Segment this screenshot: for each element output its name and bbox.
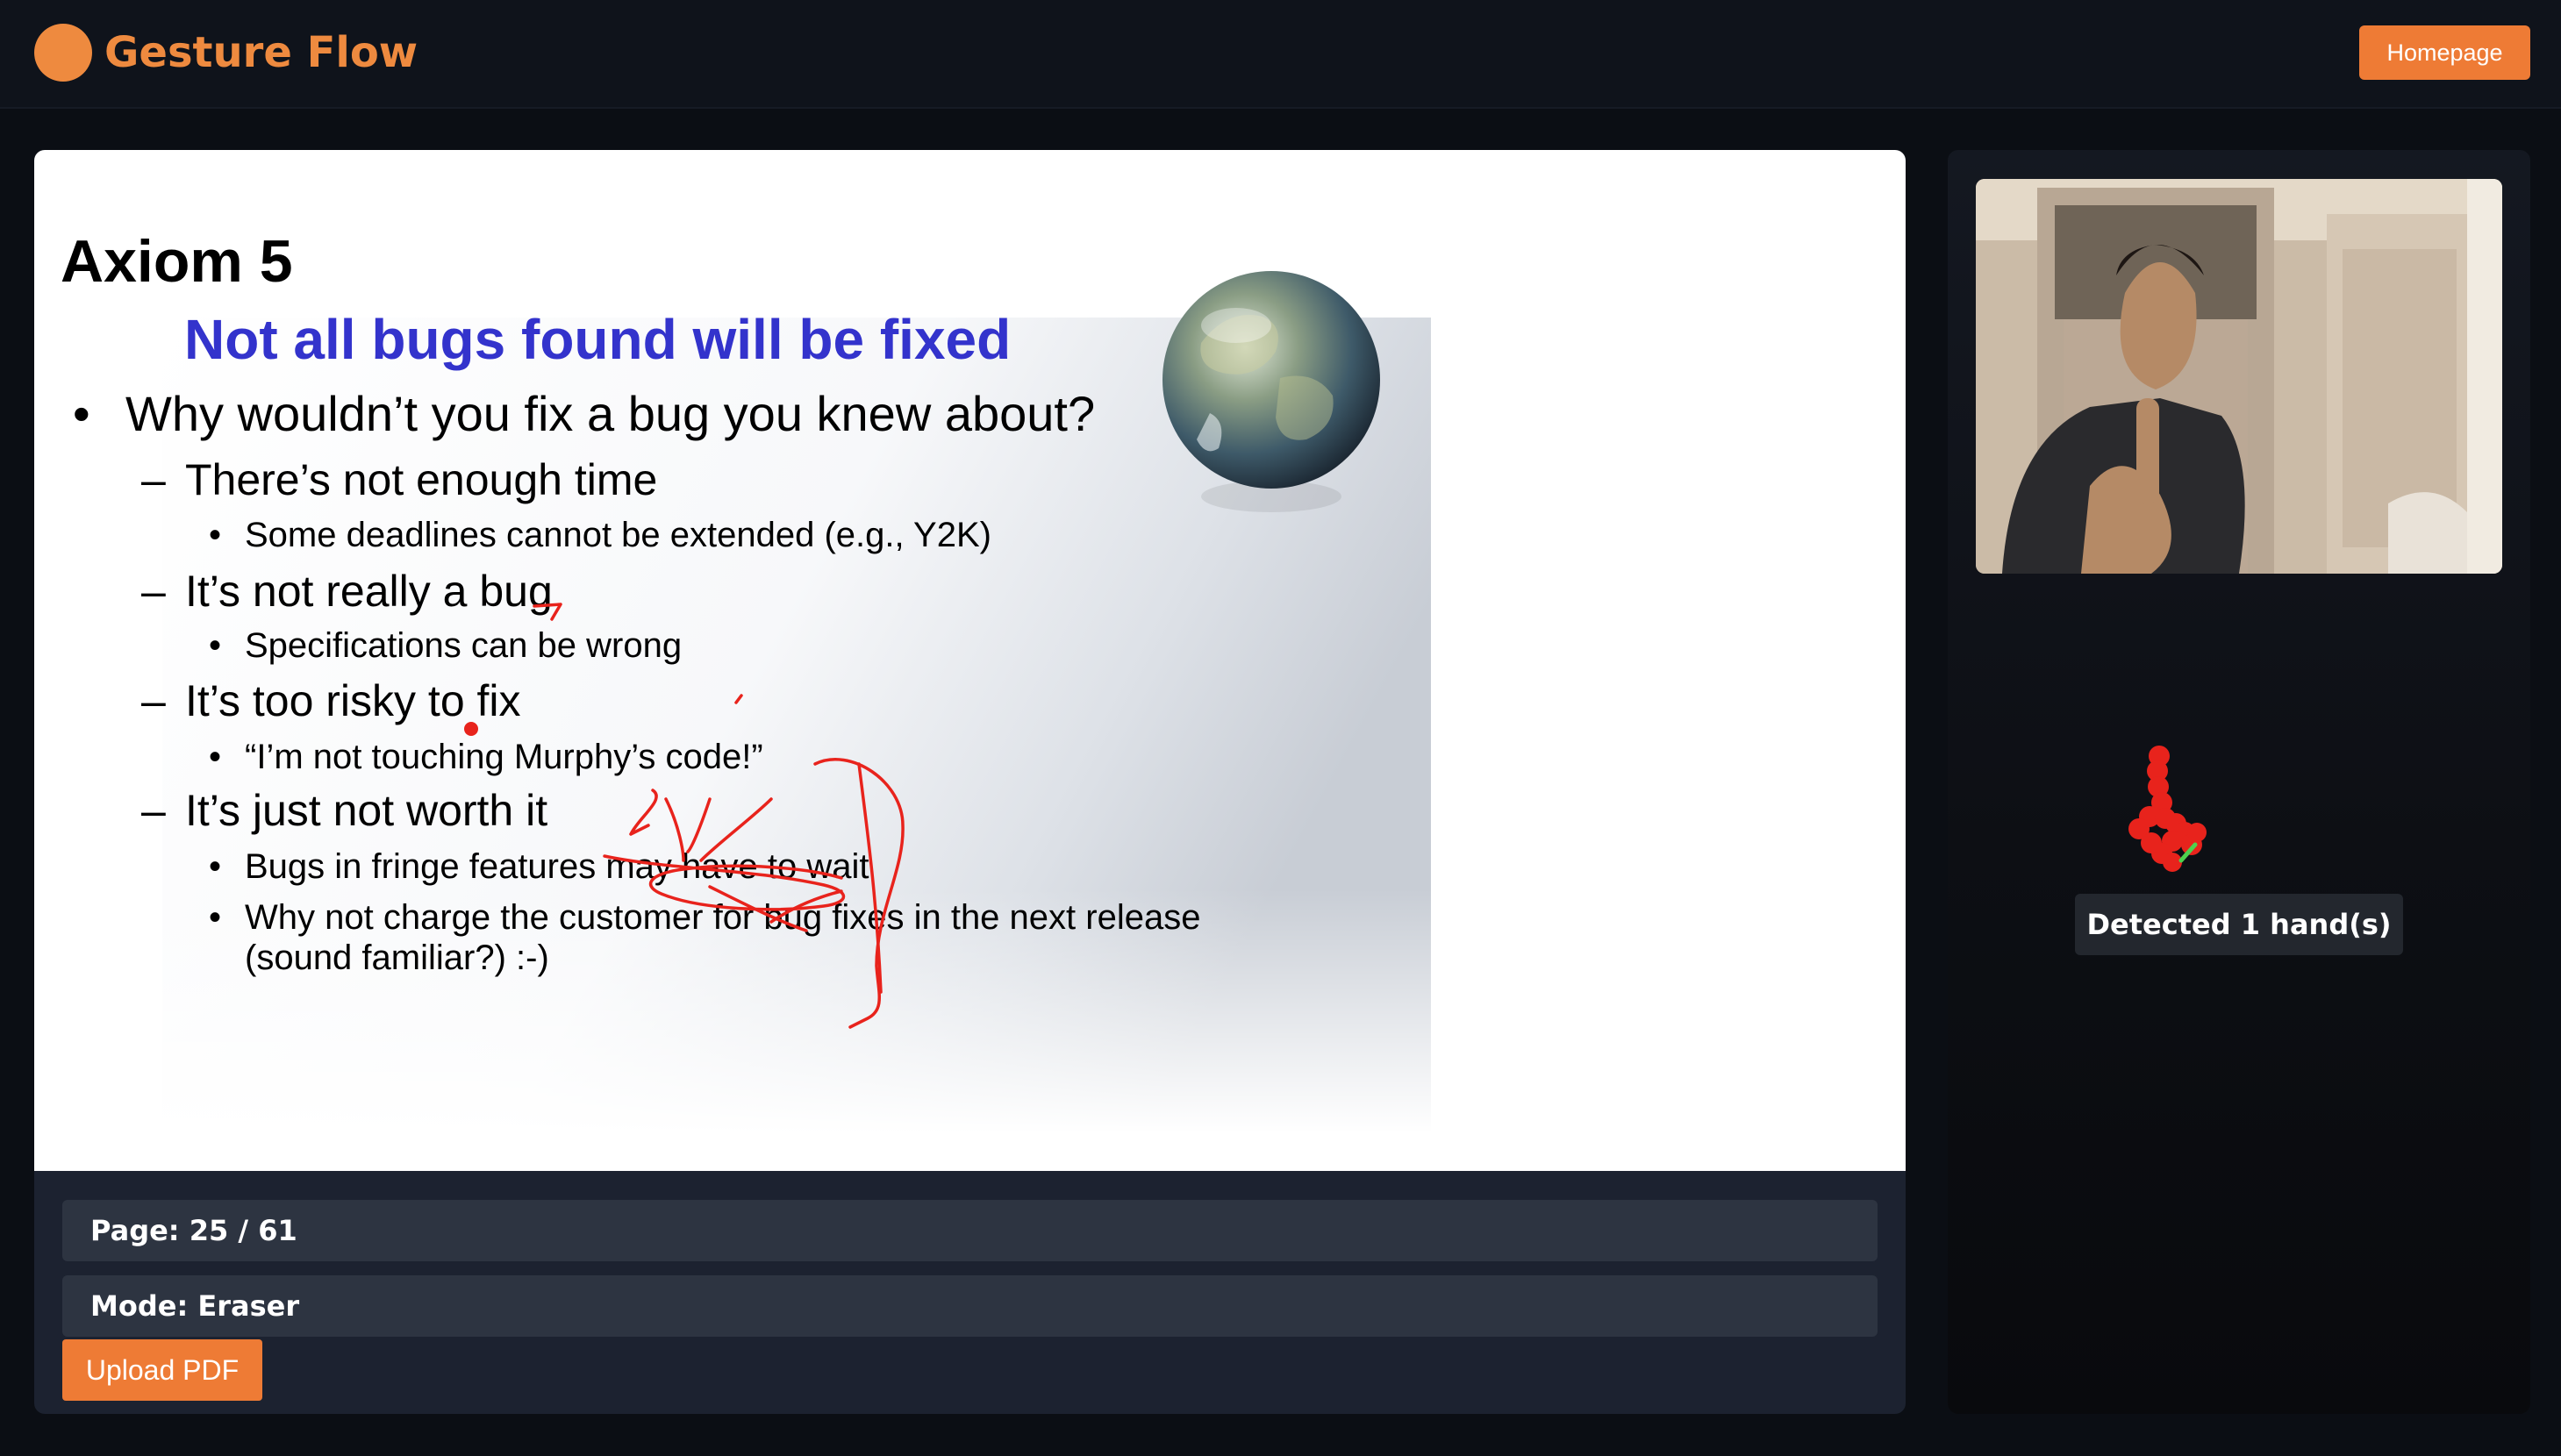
slide-sub-4: It’s just not worth it xyxy=(185,786,547,835)
app-header: Gesture Flow Homepage xyxy=(0,0,2561,109)
mode-indicator: Mode: Eraser xyxy=(62,1275,1878,1337)
dash-glyph: – xyxy=(141,786,166,835)
bullet-glyph: • xyxy=(73,386,90,441)
slide-sub-3-detail: “I’m not touching Murphy’s code!” xyxy=(245,738,763,776)
bullet-glyph: • xyxy=(209,626,221,665)
upload-pdf-button[interactable]: Upload PDF xyxy=(62,1339,262,1401)
slide-sub-1-detail: Some deadlines cannot be extended (e.g.,… xyxy=(245,516,991,554)
bullet-glyph: • xyxy=(209,516,221,554)
logo-icon xyxy=(34,24,92,82)
webcam-feed xyxy=(1976,179,2502,574)
hand-detection-status: Detected 1 hand(s) xyxy=(2075,894,2403,955)
slide-sub-4-detail-2-line-2: (sound familiar?) :-) xyxy=(245,939,549,977)
bullet-glyph: • xyxy=(209,847,221,886)
dash-glyph: – xyxy=(141,676,166,725)
presentation-panel: Axiom 5 Not all bugs found will be fixed… xyxy=(34,150,1906,1414)
slide-sub-2: It’s not really a bug xyxy=(185,567,553,616)
slide-sub-1: There’s not enough time xyxy=(185,455,657,504)
slide-sub-2-detail: Specifications can be wrong xyxy=(245,626,682,665)
pointer-dot xyxy=(464,722,478,736)
slide-canvas[interactable]: Axiom 5 Not all bugs found will be fixed… xyxy=(34,150,1906,1171)
slide-subtitle: Not all bugs found will be fixed xyxy=(184,308,1011,371)
camera-panel: Detected 1 hand(s) xyxy=(1948,150,2530,1414)
dash-glyph: – xyxy=(141,567,166,616)
slide-title: Axiom 5 xyxy=(61,228,293,295)
homepage-button[interactable]: Homepage xyxy=(2359,25,2530,80)
bullet-glyph: • xyxy=(209,898,221,937)
slide-sub-3: It’s too risky to fix xyxy=(185,676,521,725)
dash-glyph: – xyxy=(141,455,166,504)
slide-sub-4-detail-2-line-1: Why not charge the customer for bug fixe… xyxy=(245,898,1200,937)
slide-bullet-1: Why wouldn’t you fix a bug you knew abou… xyxy=(125,386,1095,441)
app-title: Gesture Flow xyxy=(104,28,418,77)
webcam-image xyxy=(1976,179,2502,574)
bullet-glyph: • xyxy=(209,738,221,776)
page-indicator: Page: 25 / 61 xyxy=(62,1200,1878,1261)
hand-landmarks xyxy=(2128,746,2207,872)
slide-render: Axiom 5 Not all bugs found will be fixed… xyxy=(61,228,1431,1133)
